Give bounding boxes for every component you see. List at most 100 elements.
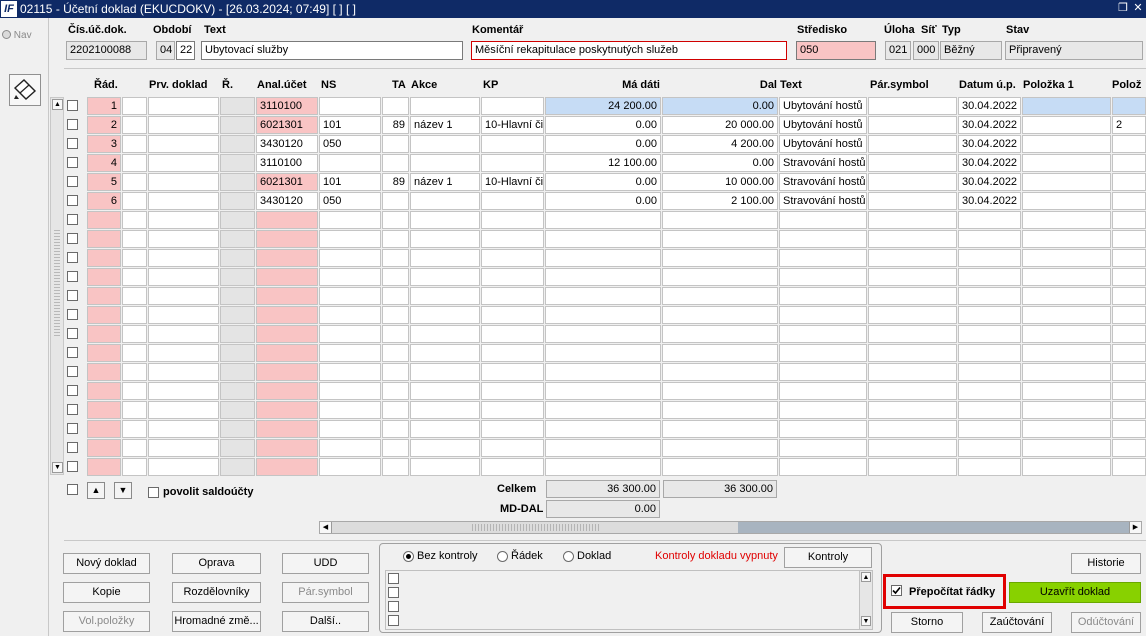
row-select-checkbox[interactable] <box>67 347 78 358</box>
cell-prv[interactable] <box>122 230 147 248</box>
cell-pol2[interactable] <box>1112 97 1146 115</box>
cell-datum[interactable]: 30.04.2022 <box>958 135 1021 153</box>
cell-par[interactable] <box>868 173 957 191</box>
typ-field[interactable]: Běžný <box>940 41 1002 60</box>
cell-dal[interactable] <box>662 382 778 400</box>
cell-dal[interactable] <box>662 230 778 248</box>
cell-madati[interactable]: 0.00 <box>545 192 661 210</box>
cell-kp[interactable] <box>481 97 544 115</box>
move-down-button[interactable]: ▼ <box>114 482 132 499</box>
cell-ta[interactable] <box>382 211 409 229</box>
cell-anal[interactable] <box>256 382 318 400</box>
oductovani-button[interactable]: Odúčtování <box>1071 612 1141 633</box>
cell-madati[interactable] <box>545 420 661 438</box>
scroll-up-icon[interactable]: ▲ <box>52 99 63 110</box>
cell-akce[interactable] <box>410 363 480 381</box>
cell-par[interactable] <box>868 363 957 381</box>
cell-pol2[interactable] <box>1112 230 1146 248</box>
cell-ta[interactable] <box>382 363 409 381</box>
cell-par[interactable] <box>868 230 957 248</box>
cell-ta[interactable] <box>382 249 409 267</box>
cell-r[interactable] <box>220 268 255 286</box>
cell-pol2[interactable] <box>1112 211 1146 229</box>
row-select-checkbox[interactable] <box>67 176 78 187</box>
cell-text[interactable] <box>779 439 867 457</box>
cell-par[interactable] <box>868 97 957 115</box>
cell-kp[interactable] <box>481 135 544 153</box>
cell-par[interactable] <box>868 344 957 362</box>
cell-ns[interactable] <box>319 344 381 362</box>
row-select-checkbox[interactable] <box>67 233 78 244</box>
cell-par[interactable] <box>868 116 957 134</box>
grid-hscrollbar[interactable]: ◀ ▶ <box>319 521 1142 534</box>
cell-pol2[interactable] <box>1112 439 1146 457</box>
cell-text[interactable] <box>779 230 867 248</box>
cell-datum[interactable] <box>958 268 1021 286</box>
cell-kp[interactable]: 10-Hlavní činnost <box>481 116 544 134</box>
cell-prv[interactable] <box>122 154 147 172</box>
cell-ns[interactable]: 101 <box>319 116 381 134</box>
cell-prv2[interactable] <box>148 268 219 286</box>
cell-datum[interactable] <box>958 382 1021 400</box>
cell-madati[interactable] <box>545 287 661 305</box>
pen-tool-button[interactable] <box>9 74 41 106</box>
cell-prv[interactable] <box>122 382 147 400</box>
cell-prv2[interactable] <box>148 211 219 229</box>
radio-radek[interactable] <box>497 551 508 562</box>
message-checkbox-2[interactable] <box>388 587 399 598</box>
cell-ns[interactable] <box>319 439 381 457</box>
cell-ta[interactable] <box>382 268 409 286</box>
cell-dal[interactable] <box>662 363 778 381</box>
stav-field[interactable]: Připravený <box>1005 41 1143 60</box>
cell-anal[interactable]: 6021301 <box>256 173 318 191</box>
cell-r[interactable] <box>220 211 255 229</box>
uloha-field[interactable]: 021 <box>885 41 911 60</box>
cell-anal[interactable] <box>256 287 318 305</box>
cell-ta[interactable] <box>382 306 409 324</box>
cell-rad[interactable] <box>87 439 121 457</box>
cell-rad[interactable] <box>87 287 121 305</box>
cell-par[interactable] <box>868 154 957 172</box>
cell-kp[interactable] <box>481 287 544 305</box>
row-select-checkbox[interactable] <box>67 290 78 301</box>
cell-ta[interactable] <box>382 401 409 419</box>
cell-prv[interactable] <box>122 192 147 210</box>
cell-prv2[interactable] <box>148 458 219 476</box>
cell-rad[interactable] <box>87 230 121 248</box>
cell-r[interactable] <box>220 97 255 115</box>
stredisko-field[interactable]: 050 <box>796 41 876 60</box>
cell-kp[interactable] <box>481 306 544 324</box>
cell-ta[interactable] <box>382 135 409 153</box>
komentar-field[interactable]: Měsíční rekapitulace poskytnutých služeb <box>471 41 787 60</box>
nav-toggle[interactable]: Nav <box>2 30 40 44</box>
cell-madati[interactable] <box>545 439 661 457</box>
cell-prv2[interactable] <box>148 97 219 115</box>
cell-madati[interactable]: 0.00 <box>545 135 661 153</box>
move-up-button[interactable]: ▲ <box>87 482 105 499</box>
cell-prv[interactable] <box>122 420 147 438</box>
cell-pol1[interactable] <box>1022 287 1111 305</box>
cell-kp[interactable] <box>481 458 544 476</box>
cell-datum[interactable] <box>958 439 1021 457</box>
cell-par[interactable] <box>868 249 957 267</box>
cell-pol1[interactable] <box>1022 173 1111 191</box>
cell-par[interactable] <box>868 439 957 457</box>
cell-r[interactable] <box>220 230 255 248</box>
cell-ta[interactable]: 89 <box>382 173 409 191</box>
cell-rad[interactable] <box>87 401 121 419</box>
cell-prv[interactable] <box>122 249 147 267</box>
restore-icon[interactable]: ❐ <box>1116 1 1130 15</box>
cell-text[interactable] <box>779 458 867 476</box>
row-select-checkbox[interactable] <box>67 138 78 149</box>
cell-datum[interactable] <box>958 401 1021 419</box>
cell-rad[interactable] <box>87 268 121 286</box>
cell-ns[interactable] <box>319 363 381 381</box>
scroll-left-icon[interactable]: ◀ <box>320 522 332 533</box>
messages-list[interactable]: ▲ ▼ <box>385 570 873 630</box>
cell-akce[interactable] <box>410 230 480 248</box>
cell-par[interactable] <box>868 458 957 476</box>
cell-akce[interactable] <box>410 439 480 457</box>
novy-doklad-button[interactable]: Nový doklad <box>63 553 150 574</box>
cell-r[interactable] <box>220 439 255 457</box>
cell-par[interactable] <box>868 420 957 438</box>
